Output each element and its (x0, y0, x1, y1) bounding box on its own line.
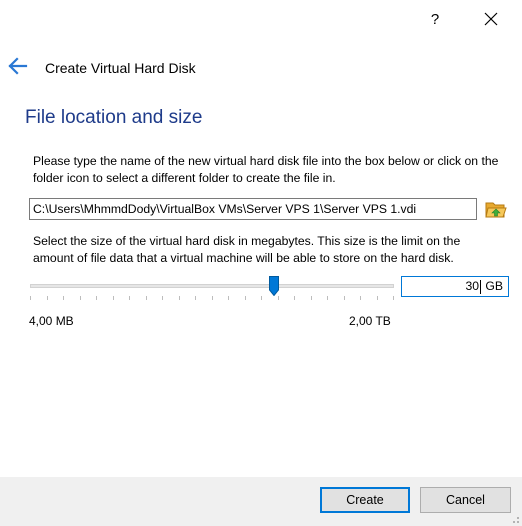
slider-tick (179, 296, 180, 300)
slider-tick (96, 296, 97, 300)
slider-tick (129, 296, 130, 300)
slider-tick (195, 296, 196, 300)
slider-tick (261, 296, 262, 300)
help-button[interactable]: ? (420, 6, 450, 32)
page-heading: File location and size (25, 107, 203, 128)
slider-tick (47, 296, 48, 300)
cancel-button[interactable]: Cancel (420, 487, 511, 513)
slider-tick (245, 296, 246, 300)
file-path-input[interactable]: C:\Users\MhmmdDody\VirtualBox VMs\Server… (29, 198, 477, 220)
close-icon (484, 12, 498, 26)
location-description: Please type the name of the new virtual … (33, 154, 499, 185)
slider-tick (311, 296, 312, 300)
folder-open-icon[interactable] (484, 197, 508, 221)
size-slider[interactable] (30, 274, 394, 300)
size-min-label: 4,00 MB (29, 314, 74, 328)
slider-tick (63, 296, 64, 300)
slider-tick (327, 296, 328, 300)
slider-tick (30, 296, 31, 300)
slider-tick (360, 296, 361, 300)
size-description: Select the size of the virtual hard disk… (33, 234, 461, 265)
slider-tick (146, 296, 147, 300)
resize-grip-icon[interactable] (510, 514, 520, 524)
create-button[interactable]: Create (320, 487, 410, 513)
back-arrow-icon[interactable] (8, 57, 28, 75)
close-button[interactable] (476, 6, 506, 32)
slider-tick (228, 296, 229, 300)
size-unit: GB (485, 279, 503, 293)
size-value: 30 (465, 279, 479, 293)
slider-tick (162, 296, 163, 300)
slider-handle[interactable] (268, 276, 279, 296)
slider-tick (80, 296, 81, 300)
slider-tick (212, 296, 213, 300)
slider-tick (377, 296, 378, 300)
wizard-title: Create Virtual Hard Disk (45, 60, 196, 76)
size-input[interactable]: 30 GB (401, 276, 509, 297)
slider-tick (278, 296, 279, 300)
size-max-label: 2,00 TB (349, 314, 391, 328)
slider-tick (294, 296, 295, 300)
text-caret (480, 280, 481, 294)
slider-tick (344, 296, 345, 300)
slider-tick (113, 296, 114, 300)
slider-track (30, 284, 394, 288)
slider-tick (393, 296, 394, 300)
